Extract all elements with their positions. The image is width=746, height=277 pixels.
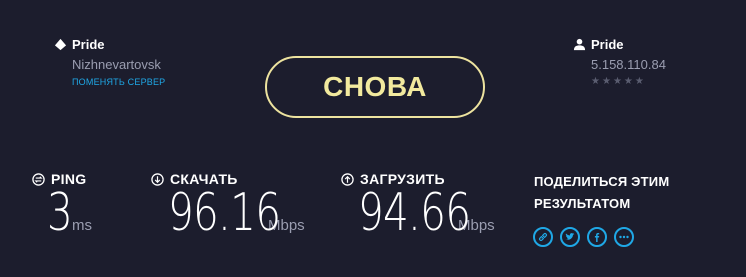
more-icon[interactable] bbox=[614, 227, 634, 247]
share-title-line2: РЕЗУЛЬТАТОМ bbox=[534, 196, 631, 211]
share-icons bbox=[533, 227, 634, 247]
go-again-button[interactable]: СНОВА bbox=[265, 56, 485, 118]
change-server-link[interactable]: ПОМЕНЯТЬ СЕРВЕР bbox=[72, 77, 254, 87]
share-title-line1: ПОДЕЛИТЬСЯ ЭТИМ bbox=[534, 174, 670, 189]
download-value: 96.16 bbox=[168, 183, 281, 243]
ping-unit: ms bbox=[72, 217, 92, 234]
ping-metric: PING 3 ms bbox=[32, 171, 92, 239]
server-info: Pride Nizhnevartovsk ПОМЕНЯТЬ СЕРВЕР bbox=[54, 37, 254, 87]
star-icon[interactable]: ★ bbox=[602, 76, 613, 87]
twitter-icon[interactable] bbox=[560, 227, 580, 247]
server-name: Pride bbox=[72, 37, 105, 52]
upload-value: 94.66 bbox=[358, 183, 471, 243]
download-metric: СКАЧАТЬ 96.16 Mbps bbox=[151, 171, 305, 239]
ping-value: 3 bbox=[47, 183, 73, 243]
go-again-label: СНОВА bbox=[323, 71, 427, 102]
isp-info: Pride 5.158.110.84 ★★★★★ bbox=[573, 37, 693, 87]
star-icon[interactable]: ★ bbox=[591, 76, 602, 87]
upload-icon bbox=[341, 172, 354, 186]
facebook-icon[interactable] bbox=[587, 227, 607, 247]
ping-icon bbox=[32, 172, 45, 186]
isp-name: Pride bbox=[591, 37, 624, 52]
star-icon[interactable]: ★ bbox=[613, 76, 624, 87]
star-icon[interactable]: ★ bbox=[635, 76, 646, 87]
download-icon bbox=[151, 172, 164, 186]
upload-metric: ЗАГРУЗИТЬ 94.66 Mbps bbox=[341, 171, 495, 239]
isp-rating[interactable]: ★★★★★ bbox=[591, 76, 693, 87]
link-icon[interactable] bbox=[533, 227, 553, 247]
star-icon[interactable]: ★ bbox=[624, 76, 635, 87]
server-location: Nizhnevartovsk bbox=[72, 57, 161, 72]
share-title: ПОДЕЛИТЬСЯ ЭТИМ РЕЗУЛЬТАТОМ bbox=[534, 171, 714, 215]
ip-address: 5.158.110.84 bbox=[591, 57, 666, 72]
server-icon bbox=[54, 38, 67, 51]
user-icon bbox=[573, 38, 586, 51]
